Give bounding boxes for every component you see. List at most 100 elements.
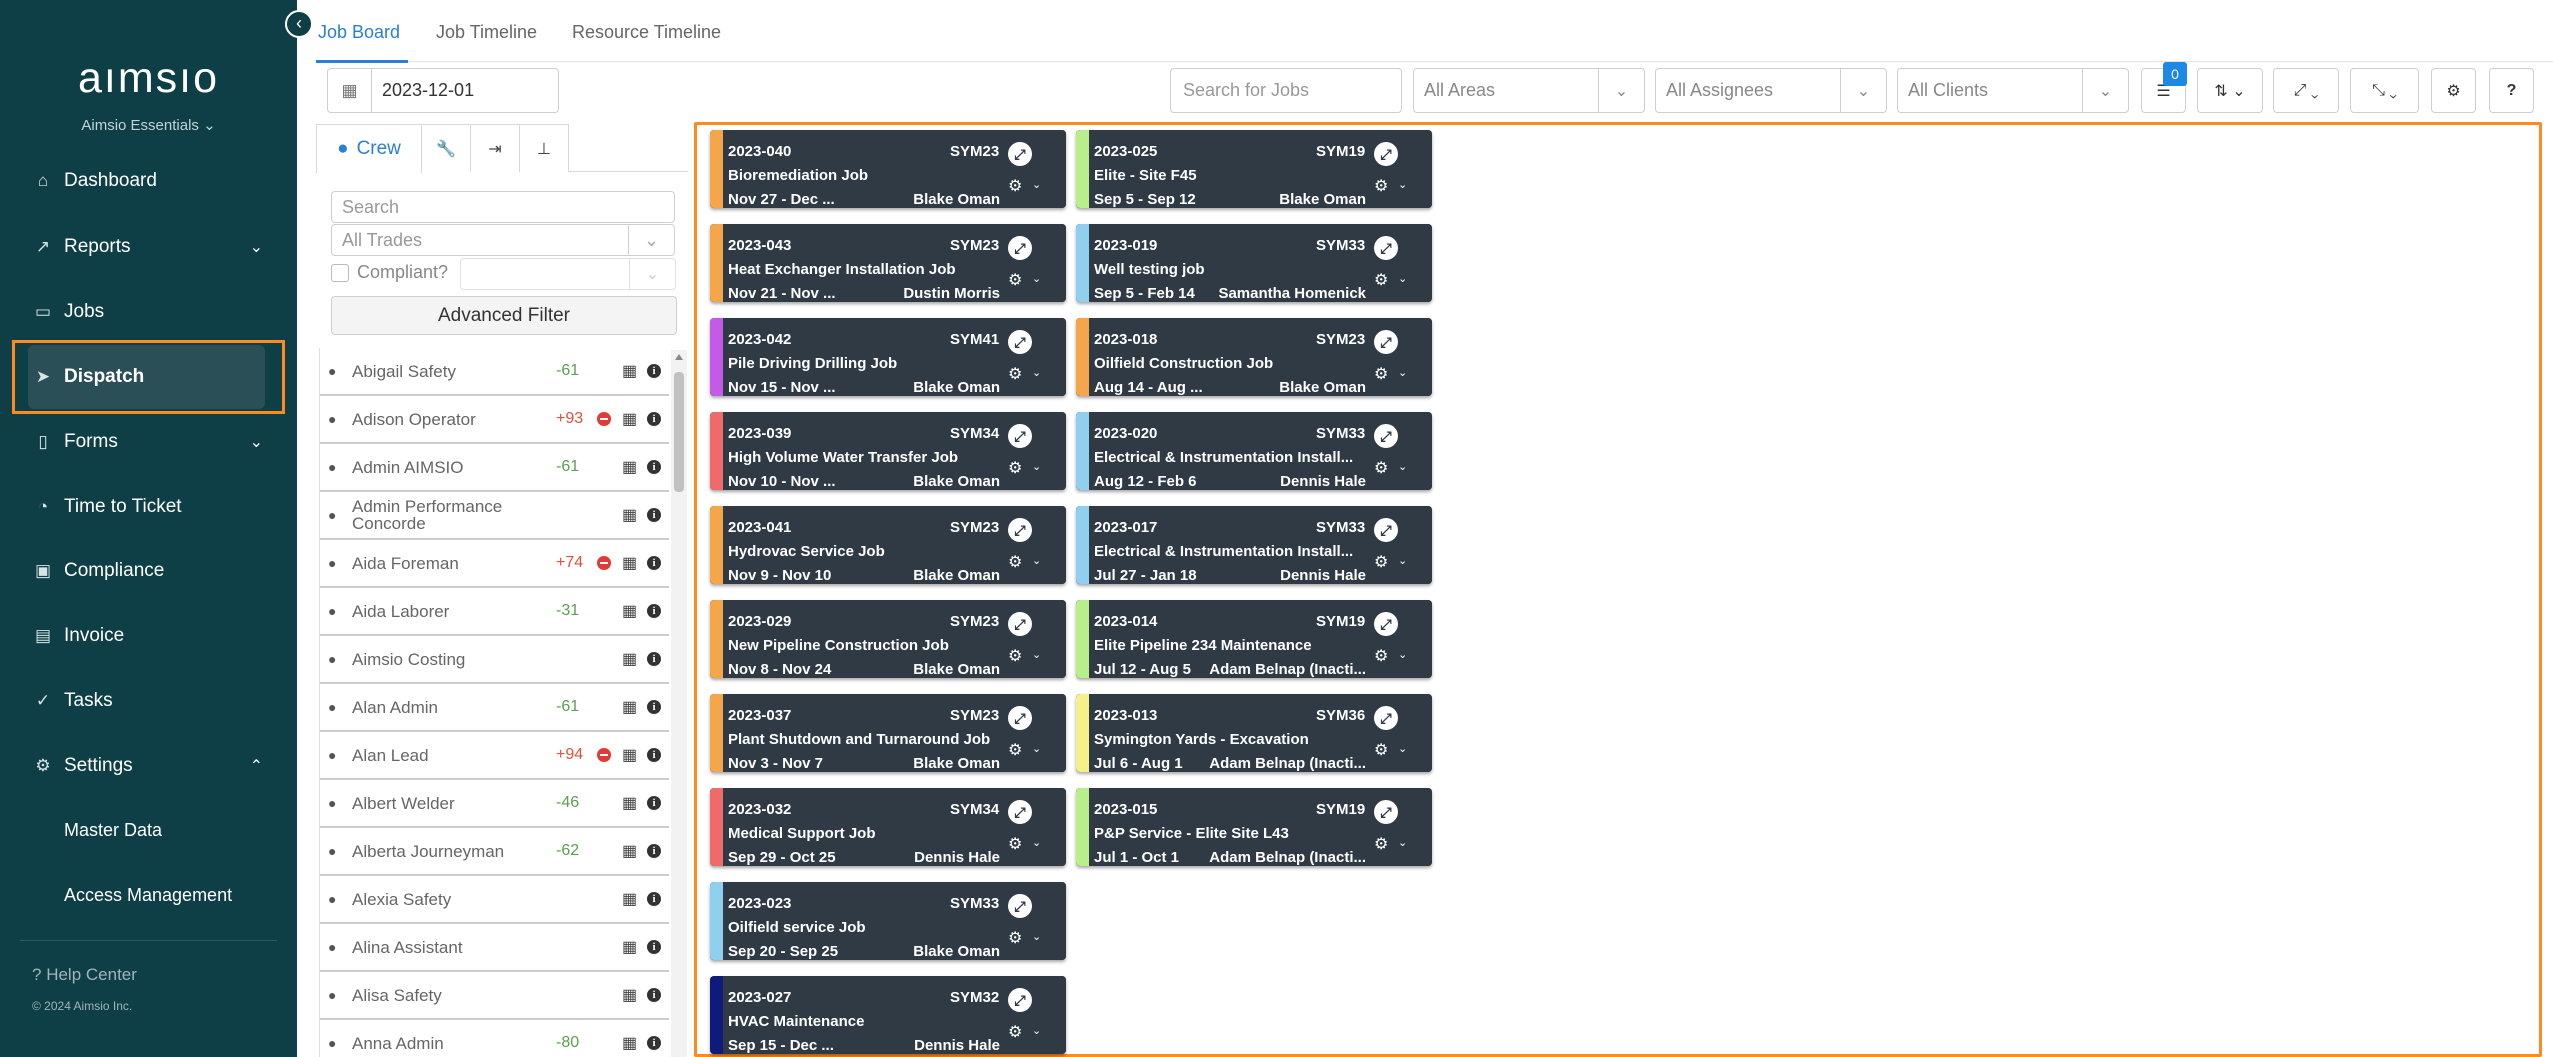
crew-row[interactable]: ● Albert Welder -46 ▦ i xyxy=(320,780,669,828)
chevron-down-icon[interactable]: ⌄ xyxy=(1032,554,1041,567)
expand-icon[interactable]: ⤢ xyxy=(1008,424,1032,448)
expand-icon[interactable]: ⤢ xyxy=(1374,800,1398,824)
tab-job-timeline[interactable]: Job Timeline xyxy=(436,22,537,43)
scroll-up-arrow[interactable] xyxy=(675,354,683,360)
chevron-down-icon[interactable]: ⌄ xyxy=(1032,1024,1041,1037)
gear-icon[interactable]: ⚙ xyxy=(1008,834,1022,854)
calendar-icon[interactable]: ▦ xyxy=(622,361,637,381)
calendar-icon[interactable]: ▦ xyxy=(622,1033,637,1053)
gear-icon[interactable]: ⚙ xyxy=(1008,928,1022,948)
expand-icon[interactable]: ⤢ xyxy=(1008,894,1032,918)
job-card[interactable]: 2023-037 SYM23 Plant Shutdown and Turnarou… xyxy=(710,694,1066,772)
gear-icon[interactable]: ⚙ xyxy=(1374,552,1388,572)
crew-row[interactable]: ● Alan Admin -61 ▦ i xyxy=(320,684,669,732)
calendar-icon[interactable]: ▦ xyxy=(622,793,637,813)
crew-row[interactable]: ● Admin AIMSIO -61 ▦ i xyxy=(320,444,669,492)
info-icon[interactable]: i xyxy=(647,844,661,858)
job-card[interactable]: 2023-032 SYM34 Medical Support Job Sep 29 -… xyxy=(710,788,1066,866)
expand-icon[interactable]: ⤢ xyxy=(1374,424,1398,448)
chevron-down-icon[interactable]: ⌄ xyxy=(1398,836,1407,849)
nav-time-to-ticket[interactable]: ◔ Time to Ticket xyxy=(0,480,297,534)
job-card[interactable]: 2023-020 SYM33 Electrical & Instrumentatio… xyxy=(1076,412,1432,490)
job-search-input[interactable]: Search for Jobs xyxy=(1170,68,1402,113)
expand-icon[interactable]: ⤢ xyxy=(1008,612,1032,636)
sort-button[interactable]: ⇅ ⌄ xyxy=(2197,68,2263,113)
tab-resource-timeline[interactable]: Resource Timeline xyxy=(572,22,721,43)
info-icon[interactable]: i xyxy=(647,556,661,570)
expand-icon[interactable]: ⤢ xyxy=(1008,988,1032,1012)
gear-icon[interactable]: ⚙ xyxy=(1374,270,1388,290)
gear-icon[interactable]: ⚙ xyxy=(1008,740,1022,760)
crew-row[interactable]: ● Anna Admin -80 ▦ i xyxy=(320,1020,669,1057)
gear-icon[interactable]: ⚙ xyxy=(1008,552,1022,572)
crew-row[interactable]: ● Admin Performance Concorde ▦ i xyxy=(320,492,669,540)
compliant-checkbox[interactable] xyxy=(331,263,349,282)
gear-icon[interactable]: ⚙ xyxy=(1008,458,1022,478)
expand-icon[interactable]: ⤢ xyxy=(1374,236,1398,260)
chevron-down-icon[interactable]: ⌄ xyxy=(1398,178,1407,191)
chevron-down-icon[interactable]: ⌄ xyxy=(1032,460,1041,473)
nav-access-management[interactable]: Access Management xyxy=(64,885,232,906)
chevron-down-icon[interactable]: ⌄ xyxy=(1032,648,1041,661)
calendar-icon[interactable]: ▦ xyxy=(622,457,637,477)
info-icon[interactable]: i xyxy=(647,364,661,378)
nav-dispatch[interactable]: ➤ Dispatch xyxy=(12,340,285,414)
chevron-down-icon[interactable]: ⌄ xyxy=(1398,554,1407,567)
calendar-icon[interactable]: ▦ xyxy=(622,697,637,717)
chevron-down-icon[interactable]: ⌄ xyxy=(1398,742,1407,755)
crew-row[interactable]: ● Aida Laborer -31 ▦ i xyxy=(320,588,669,636)
nav-invoice[interactable]: ▤ Invoice xyxy=(0,609,297,663)
nav-dashboard[interactable]: ⌂ Dashboard xyxy=(0,154,297,208)
expand-all-button[interactable]: ⤢ ⌄ xyxy=(2273,68,2339,113)
gear-icon[interactable]: ⚙ xyxy=(1008,646,1022,666)
gear-icon[interactable]: ⚙ xyxy=(1374,458,1388,478)
info-icon[interactable]: i xyxy=(647,604,661,618)
calendar-icon[interactable]: ▦ xyxy=(622,553,637,573)
job-card[interactable]: 2023-042 SYM41 Pile Driving Drilling Job No… xyxy=(710,318,1066,396)
gear-icon[interactable]: ⚙ xyxy=(1374,646,1388,666)
tab-crew[interactable]: ● Crew xyxy=(316,124,422,173)
job-card[interactable]: 2023-018 SYM23 Oilfield Construction Job Au… xyxy=(1076,318,1432,396)
advanced-filter-button[interactable]: Advanced Filter xyxy=(331,296,677,335)
gear-icon[interactable]: ⚙ xyxy=(1374,834,1388,854)
chevron-down-icon[interactable]: ⌄ xyxy=(1032,930,1041,943)
calendar-icon[interactable]: ▦ xyxy=(622,889,637,909)
help-button[interactable]: ? xyxy=(2489,68,2534,113)
date-picker[interactable]: ▦ 2023-12-01 xyxy=(327,68,559,113)
nav-forms[interactable]: ▯ Forms ⌄ xyxy=(0,415,297,469)
calendar-icon[interactable]: ▦ xyxy=(622,745,637,765)
nav-reports[interactable]: ↗ Reports ⌄ xyxy=(0,220,297,274)
info-icon[interactable]: i xyxy=(647,652,661,666)
workspace-selector[interactable]: Aimsio Essentials ⌄ xyxy=(0,116,297,134)
job-card[interactable]: 2023-043 SYM23 Heat Exchanger Installation… xyxy=(710,224,1066,302)
expand-icon[interactable]: ⤢ xyxy=(1374,706,1398,730)
info-icon[interactable]: i xyxy=(647,1036,661,1050)
expand-icon[interactable]: ⤢ xyxy=(1008,142,1032,166)
gear-icon[interactable]: ⚙ xyxy=(1374,364,1388,384)
nav-master-data[interactable]: Master Data xyxy=(64,820,162,841)
job-card[interactable]: 2023-013 SYM36 Symington Yards - Excavatio… xyxy=(1076,694,1432,772)
expand-icon[interactable]: ⤢ xyxy=(1008,800,1032,824)
expand-icon[interactable]: ⤢ xyxy=(1374,330,1398,354)
tab-login[interactable]: ⇥ xyxy=(470,124,520,172)
tab-hierarchy[interactable]: ⊥ xyxy=(519,124,569,172)
gear-icon[interactable]: ⚙ xyxy=(1008,270,1022,290)
job-card[interactable]: 2023-027 SYM32 HVAC Maintenance Sep 15 - De… xyxy=(710,976,1066,1054)
crew-row[interactable]: ● Alisa Safety ▦ i xyxy=(320,972,669,1020)
job-card[interactable]: 2023-015 SYM19 P&P Service - Elite Site L4… xyxy=(1076,788,1432,866)
chevron-down-icon[interactable]: ⌄ xyxy=(1032,742,1041,755)
job-card[interactable]: 2023-023 SYM33 Oilfield service Job Sep 20 … xyxy=(710,882,1066,960)
collapse-sidebar-button[interactable]: ‹ xyxy=(285,10,313,38)
crew-row[interactable]: ● Aimsio Costing ▦ i xyxy=(320,636,669,684)
trades-select[interactable]: All Trades ⌄ xyxy=(331,224,675,256)
calendar-icon[interactable]: ▦ xyxy=(622,505,637,525)
job-card[interactable]: 2023-040 SYM23 Bioremediation Job Nov 27 - … xyxy=(710,130,1066,208)
chevron-down-icon[interactable]: ⌄ xyxy=(1398,272,1407,285)
chevron-down-icon[interactable]: ⌄ xyxy=(1032,836,1041,849)
crew-row[interactable]: ● Alan Lead +94 ▦ i xyxy=(320,732,669,780)
crew-row[interactable]: ● Adison Operator +93 ▦ i xyxy=(320,396,669,444)
expand-icon[interactable]: ⤢ xyxy=(1008,330,1032,354)
job-card[interactable]: 2023-014 SYM19 Elite Pipeline 234 Maintena… xyxy=(1076,600,1432,678)
crew-row[interactable]: ● Alina Assistant ▦ i xyxy=(320,924,669,972)
crew-row[interactable]: ● Alexia Safety ▦ i xyxy=(320,876,669,924)
